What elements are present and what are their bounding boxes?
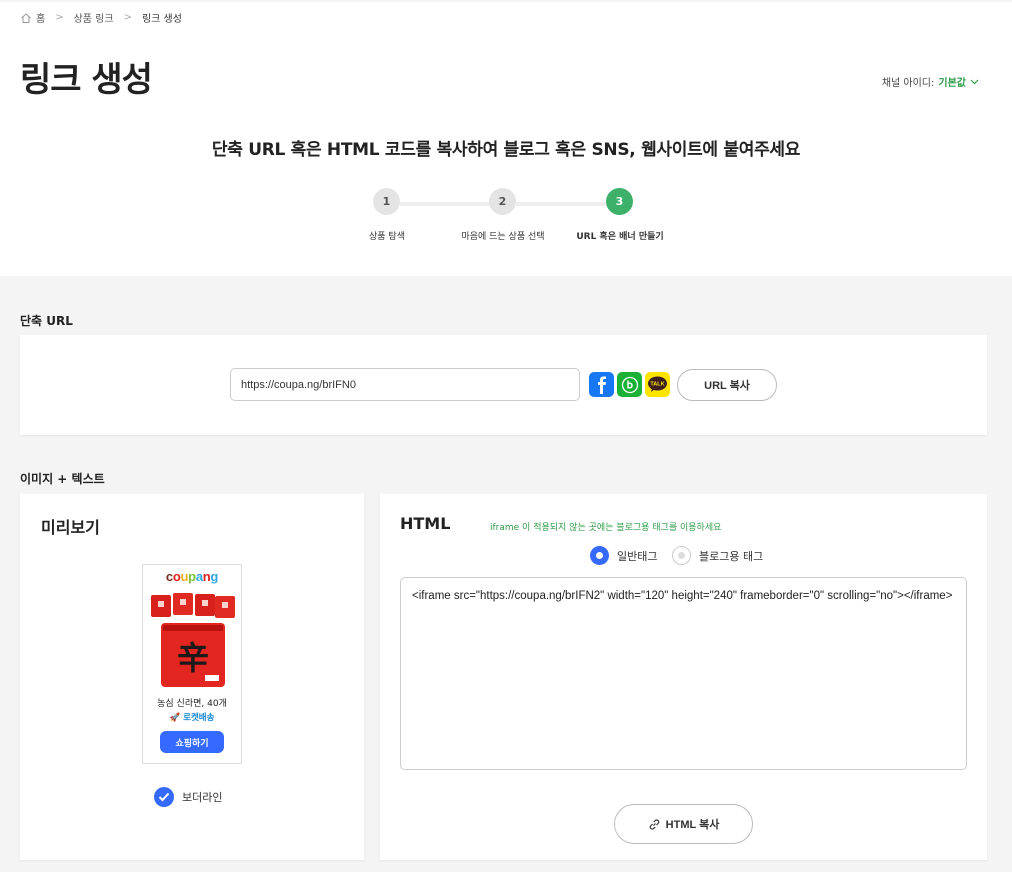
step-2-label: 마음에 드는 상품 선택: [461, 232, 545, 242]
home-icon[interactable]: [20, 12, 32, 24]
shop-button[interactable]: 쇼핑하기: [160, 731, 224, 753]
link-icon: [649, 818, 660, 830]
iframe-hint: iframe 이 적용되지 않는 곳에는 블로그용 태그를 이용하세요: [490, 523, 722, 533]
radio-blog-tag[interactable]: 블로그용 태그: [672, 546, 763, 565]
preview-title: 미리보기: [41, 518, 100, 537]
radio-selected-icon[interactable]: [590, 546, 609, 565]
html-copy-label: HTML 복사: [665, 819, 720, 831]
breadcrumb: 홈 > 상품 링크 > 링크 생성: [20, 10, 182, 25]
url-copy-button[interactable]: URL 복사: [677, 369, 777, 401]
rocket-delivery-badge: 🚀 로켓배송: [169, 713, 215, 723]
short-url-section-label: 단축 URL: [20, 314, 73, 328]
page-title: 링크 생성: [20, 60, 153, 100]
radio-general-tag[interactable]: 일반태그: [590, 546, 657, 565]
step-2-circle: 2: [489, 188, 516, 215]
breadcrumb-home[interactable]: 홈: [36, 10, 45, 25]
chevron-down-icon[interactable]: [970, 77, 979, 86]
html-title: HTML: [400, 514, 451, 533]
step-connector: [516, 202, 611, 206]
product-image: 辛: [151, 593, 235, 687]
radio-blog-label: 블로그용 태그: [699, 549, 764, 563]
facebook-icon[interactable]: [589, 372, 614, 397]
kakaotalk-icon[interactable]: TALK: [645, 372, 670, 397]
coupang-logo: coupang: [165, 569, 219, 584]
step-3-label: URL 혹은 배너 만들기: [576, 232, 664, 242]
check-icon[interactable]: [154, 787, 174, 807]
instruction-text: 단축 URL 혹은 HTML 코드를 복사하여 블로그 혹은 SNS, 웹사이트…: [211, 140, 801, 160]
banner-preview[interactable]: coupang 辛 농심 신라면, 40개 🚀 로켓배송 쇼핑하기: [142, 564, 242, 764]
short-url-field[interactable]: https://coupa.ng/brIFN0: [230, 368, 580, 401]
borderline-checkbox[interactable]: 보더라인: [154, 787, 222, 807]
html-copy-button[interactable]: HTML 복사: [614, 804, 753, 844]
chevron-right-icon: >: [55, 12, 64, 23]
step-1-label: 상품 탐색: [369, 232, 405, 242]
breadcrumb-current: 링크 생성: [141, 14, 182, 25]
svg-text:辛: 辛: [177, 639, 209, 677]
product-name: 농심 신라면, 40개: [157, 699, 227, 709]
borderline-label: 보더라인: [182, 791, 223, 804]
radio-unselected-icon[interactable]: [672, 546, 691, 565]
chevron-right-icon: >: [123, 12, 132, 23]
step-1-circle: 1: [373, 188, 400, 215]
step-3-circle: 3: [606, 188, 633, 215]
radio-general-label: 일반태그: [617, 549, 658, 563]
band-icon[interactable]: [617, 372, 642, 397]
channel-value[interactable]: 기본값: [938, 74, 966, 89]
channel-label: 채널 아이디:: [881, 78, 935, 89]
kakao-text: TALK: [650, 382, 664, 388]
channel-selector[interactable]: 채널 아이디: 기본값: [882, 74, 979, 89]
html-code-textarea[interactable]: <iframe src="https://coupa.ng/brIFN2" wi…: [400, 577, 967, 770]
image-text-section-label: 이미지 + 텍스트: [20, 472, 105, 486]
step-connector: [400, 202, 495, 206]
top-divider: [0, 0, 1012, 3]
breadcrumb-product-link[interactable]: 상품 링크: [74, 10, 114, 25]
